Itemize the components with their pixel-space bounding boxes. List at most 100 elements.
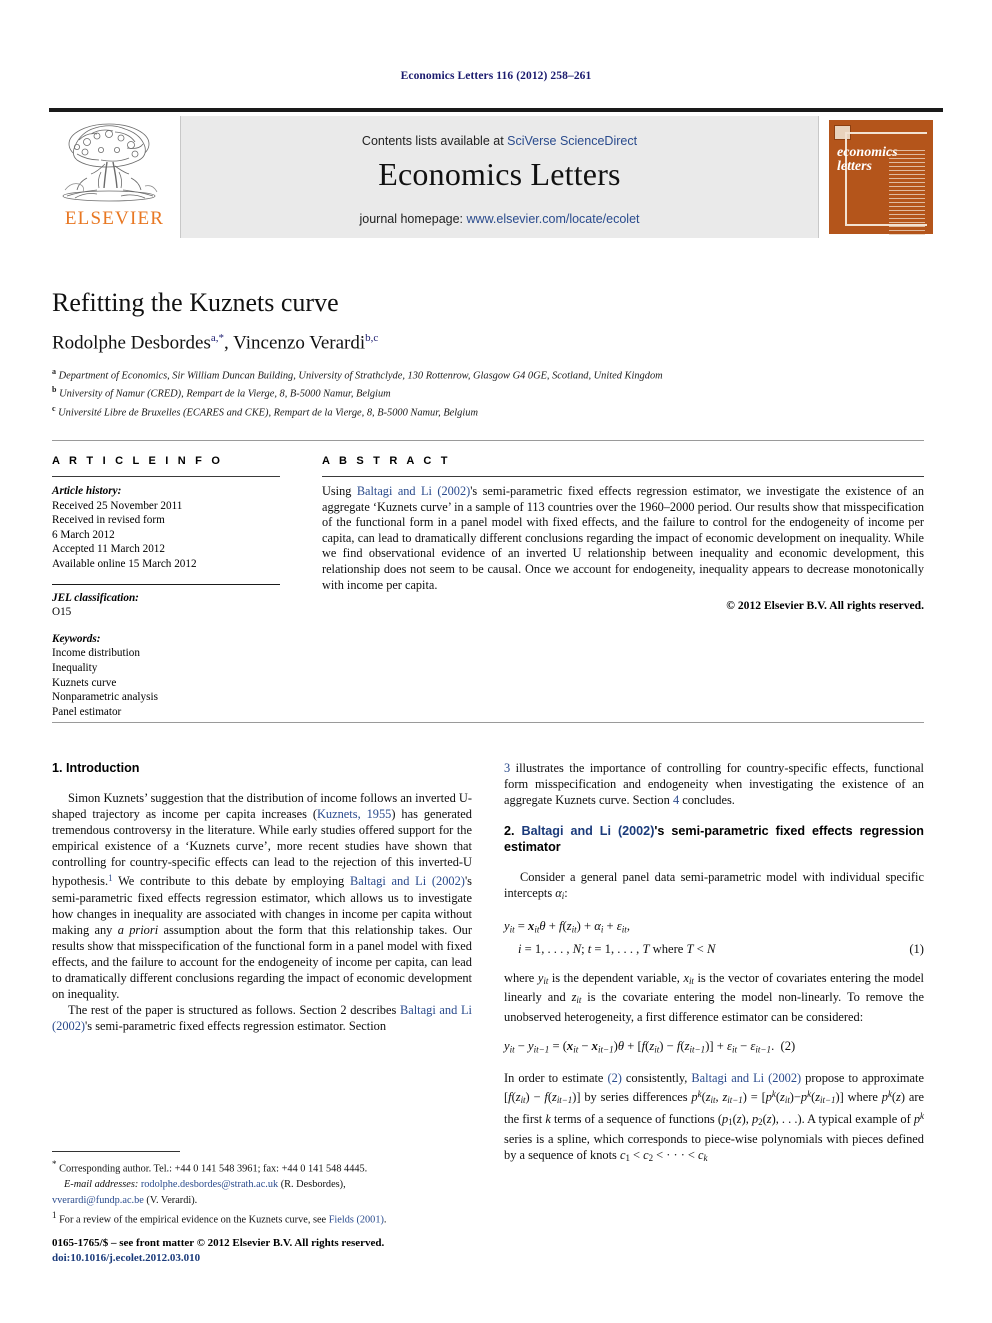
article-info-heading: A R T I C L E I N F O xyxy=(52,455,224,467)
affiliation-item: c Université Libre de Bruxelles (ECARES … xyxy=(52,402,932,420)
running-head: Economics Letters 116 (2012) 258–261 xyxy=(400,70,592,82)
jel-rule xyxy=(52,583,280,585)
elsevier-logo: ELSEVIER xyxy=(49,116,181,238)
corresponding-author-text: Corresponding author. Tel.: +44 0 141 54… xyxy=(59,1163,368,1175)
equation-2: yit − yit−1 = (xit − xit−1)θ + [f(zit) −… xyxy=(504,1036,924,1059)
intro-paragraph-1: Simon Kuznets’ suggestion that the distr… xyxy=(52,790,472,1002)
email-link-1[interactable]: rodolphe.desbordes@strath.ac.uk xyxy=(141,1179,278,1190)
doi-link[interactable]: doi:10.1016/j.ecolet.2012.03.010 xyxy=(52,1251,482,1266)
intro-paragraph-2-continued: 3 illustrates the importance of controll… xyxy=(504,760,924,808)
abstract-part1: Using xyxy=(322,484,357,498)
affiliation-list: a Department of Economics, Sir William D… xyxy=(52,365,932,420)
journal-cover-thumbnail[interactable]: economics letters xyxy=(818,116,943,238)
footnote-asterisk: * xyxy=(52,1159,57,1169)
footnote-divider xyxy=(52,1151,180,1152)
article-history-label: Article history: xyxy=(52,485,122,497)
equation-1-line2: i = 1, . . . , N; t = 1, . . . , T where… xyxy=(518,941,716,956)
intro-paragraph-2: The rest of the paper is structured as f… xyxy=(52,1002,472,1034)
affiliation-mark: c xyxy=(52,403,56,413)
equation-1: yit = xitθ + f(zit) + αi + εit, i = 1, .… xyxy=(504,916,924,959)
footnote-1-text-a: For a review of the empirical evidence o… xyxy=(59,1214,329,1226)
author-marks: a,* xyxy=(210,332,224,344)
footnote-1: 1 For a review of the empirical evidence… xyxy=(52,1209,476,1227)
article-page: Economics Letters 116 (2012) 258–261 ELS… xyxy=(0,0,992,1323)
equation-1-number: (1) xyxy=(909,941,924,956)
copyright-line: © 2012 Elsevier B.V. All rights reserved… xyxy=(726,599,924,613)
affiliation-item: b University of Namur (CRED), Rempart de… xyxy=(52,383,932,401)
equation-link[interactable]: (2) xyxy=(607,1071,621,1085)
keyword-item: Income distribution xyxy=(52,647,140,660)
section2-paragraph-1: Consider a general panel data semi-param… xyxy=(504,870,924,902)
sec2p3-text-b: consistently, xyxy=(621,1070,692,1085)
affiliation-text: Department of Economics, Sir William Dun… xyxy=(58,370,663,382)
history-item: Accepted 11 March 2012 xyxy=(52,543,165,556)
section2-paragraph-3: In order to estimate (2) consistently, B… xyxy=(504,1070,925,1163)
intro2-text-a: The rest of the paper is structured as f… xyxy=(68,1003,400,1018)
journal-masthead: ELSEVIER Contents lists available at Sci… xyxy=(49,108,943,238)
keywords-label: Keywords: xyxy=(52,632,101,645)
author-name[interactable]: Vincenzo Verardi xyxy=(233,332,365,353)
jel-label: JEL classification: xyxy=(52,591,139,604)
equation-2-body: yit − yit−1 = (xit − xit−1)θ + [f(zit) −… xyxy=(504,1038,796,1054)
history-item: Received 25 November 2011 xyxy=(52,499,183,512)
page-title: Refitting the Kuznets curve xyxy=(52,288,339,317)
abstract-part2: 's semi-parametric fixed effects regress… xyxy=(322,484,924,592)
keyword-item: Kuznets curve xyxy=(52,676,117,689)
history-item: Received in revised form xyxy=(52,514,165,527)
imprint-block: 0165-1765/$ – see front matter © 2012 El… xyxy=(52,1236,482,1265)
intro-text-c: We contribute to this debate by employin… xyxy=(112,874,350,889)
sec2-text-b: : xyxy=(564,886,568,901)
sciencedirect-link[interactable]: SciVerse ScienceDirect xyxy=(507,134,637,148)
citation-link[interactable]: Baltagi and Li (2002) xyxy=(691,1071,801,1085)
body-column-left: 1. Introduction Simon Kuznets’ suggestio… xyxy=(52,760,472,1034)
email-addresses-label: E-mail addresses: xyxy=(64,1179,139,1191)
body-column-right: 3 illustrates the importance of controll… xyxy=(504,760,924,1166)
keyword-item: Panel estimator xyxy=(52,705,122,718)
citation-link[interactable]: Baltagi and Li (2002) xyxy=(350,874,465,888)
journal-homepage-line: journal homepage: www.elsevier.com/locat… xyxy=(181,212,818,226)
contents-list-line: Contents lists available at SciVerse Sci… xyxy=(181,134,818,148)
author-name[interactable]: Rodolphe Desbordes xyxy=(52,332,211,353)
section-heading-introduction: 1. Introduction xyxy=(52,761,140,775)
journal-homepage-link[interactable]: www.elsevier.com/locate/ecolet xyxy=(467,212,640,226)
journal-band: Contents lists available at SciVerse Sci… xyxy=(181,116,818,238)
section-heading-2: 2. Baltagi and Li (2002)'s semi-parametr… xyxy=(504,823,924,855)
homepage-prefix: journal homepage: xyxy=(359,212,467,226)
equation-1-line1: yit = xitθ + f(zit) + αi + εit, xyxy=(504,918,630,934)
citation-link[interactable]: Baltagi and Li (2002) xyxy=(357,484,470,498)
keyword-item: Nonparametric analysis xyxy=(52,691,158,704)
history-item: Available online 15 March 2012 xyxy=(52,557,197,570)
issn-copyright-line: 0165-1765/$ – see front matter © 2012 El… xyxy=(52,1237,385,1249)
citation-link[interactable]: Fields (2001) xyxy=(329,1215,384,1226)
abstract-column: A B S T R A C T Using Baltagi and Li (20… xyxy=(322,455,924,612)
info-divider-bottom xyxy=(52,722,924,723)
footnote-1-text-b: . xyxy=(383,1214,387,1226)
article-history-list: Received 25 November 2011 Received in re… xyxy=(52,499,280,572)
footnote-corresponding-author: * Corresponding author. Tel.: +44 0 141 … xyxy=(52,1158,476,1176)
citation-link[interactable]: Kuznets, 1955 xyxy=(317,807,391,821)
affiliation-mark: a xyxy=(52,367,56,376)
author-list: Rodolphe Desbordesa,*, Vincenzo Verardib… xyxy=(52,332,379,354)
article-info-rule xyxy=(52,476,280,477)
sec2p3-text-a: In order to estimate xyxy=(504,1070,608,1085)
section2-paragraph-2: where yit is the dependent variable, xit… xyxy=(504,970,925,1024)
elsevier-tree-icon xyxy=(62,123,158,202)
jel-codes: O15 xyxy=(52,606,72,619)
abstract-heading: A B S T R A C T xyxy=(322,455,451,467)
intro2-text-b: 's semi-parametric fixed effects regress… xyxy=(85,1019,387,1034)
citation-link[interactable]: Baltagi and Li (2002) xyxy=(521,824,654,838)
affiliation-mark: b xyxy=(52,385,57,395)
email-link-2[interactable]: vverardi@fundp.ac.be xyxy=(52,1195,144,1206)
affiliation-text: University of Namur (CRED), Rempart de l… xyxy=(59,388,391,400)
footnote-emails: E-mail addresses: rodolphe.desbordes@str… xyxy=(52,1178,476,1192)
footnote-1-marker: 1 xyxy=(52,1210,57,1221)
history-item: 6 March 2012 xyxy=(52,528,115,541)
cover-title-line2: letters xyxy=(837,159,872,174)
email-owner-2: (V. Verardi). xyxy=(146,1194,198,1206)
section-2-number: 2. xyxy=(504,824,522,839)
contents-prefix: Contents lists available at xyxy=(361,134,508,148)
cover-contents-lines xyxy=(889,150,925,238)
abstract-text: Using Baltagi and Li (2002)'s semi-param… xyxy=(322,484,924,593)
intro-text-italic: a priori xyxy=(117,922,159,937)
elsevier-wordmark: ELSEVIER xyxy=(64,208,165,229)
